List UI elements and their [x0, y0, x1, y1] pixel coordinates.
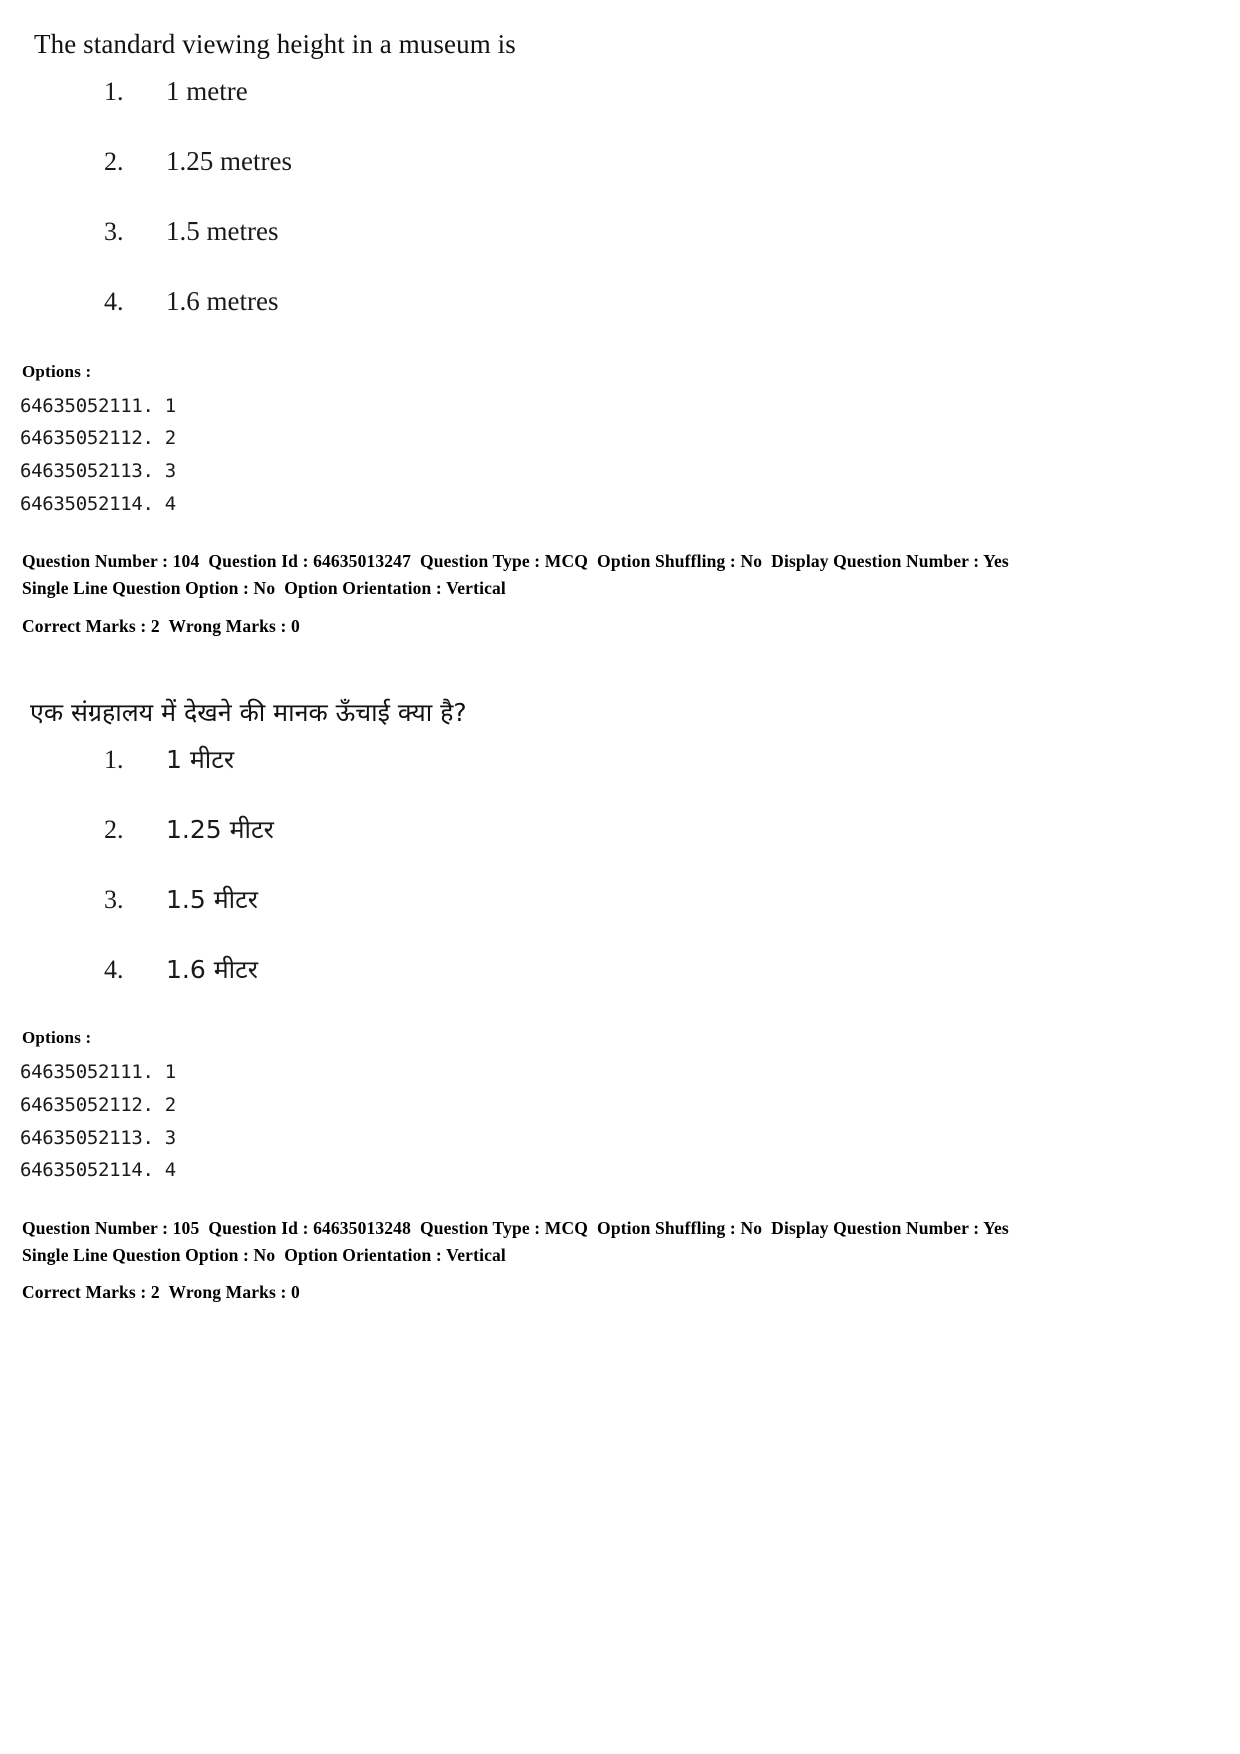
metadata-line-marks: Correct Marks : 2 Wrong Marks : 0	[22, 1282, 300, 1303]
answer-option-number: 1.	[104, 745, 124, 775]
answer-option-text: 1.5 metres	[166, 215, 279, 246]
answer-option-1[interactable]: 1. 1 मीटर	[0, 742, 1240, 812]
metadata-line-marks: Correct Marks : 2 Wrong Marks : 0	[22, 615, 300, 636]
answer-option-2[interactable]: 2. 1.25 metres	[0, 146, 1240, 216]
metadata-line-identifiers: Question Number : 105 Question Id : 6463…	[22, 1218, 1009, 1239]
answer-option-number: 1.	[104, 76, 124, 106]
answer-option-list-english: 1. 1 metre 2. 1.25 metres 3. 1.5 metres …	[0, 76, 1240, 356]
option-id-row: 64635052113. 3	[20, 1126, 176, 1149]
question-stem-hindi: एक संग्रहालय में देखने की मानक ऊँचाई क्य…	[30, 698, 467, 728]
option-id-list-english: 64635052111. 1 64635052112. 2 6463505211…	[0, 390, 1240, 521]
option-id-row: 64635052111. 1	[20, 394, 176, 417]
answer-option-text: 1.6 metres	[166, 285, 279, 316]
question-stem-english: The standard viewing height in a museum …	[34, 29, 516, 59]
answer-option-4[interactable]: 4. 1.6 मीटर	[0, 952, 1240, 1022]
option-id-row: 64635052111. 1	[20, 1061, 176, 1084]
document-page: The standard viewing height in a museum …	[0, 0, 1240, 1754]
answer-option-text: 1 मीटर	[166, 745, 235, 775]
question-block-hindi: एक संग्रहालय में देखने की मानक ऊँचाई क्य…	[0, 661, 1240, 1306]
answer-option-2[interactable]: 2. 1.25 मीटर	[0, 812, 1240, 882]
answer-option-1[interactable]: 1. 1 metre	[0, 76, 1240, 146]
answer-option-number: 2.	[104, 146, 124, 176]
question-metadata-english: Question Number : 104 Question Id : 6463…	[0, 548, 1240, 639]
option-id-row: 64635052112. 2	[20, 427, 176, 450]
answer-option-number: 4.	[104, 286, 124, 316]
answer-option-text: 1.25 metres	[166, 145, 292, 176]
answer-option-number: 2.	[104, 815, 124, 845]
answer-option-text: 1.25 मीटर	[166, 815, 274, 845]
answer-option-text: 1.5 मीटर	[166, 885, 258, 915]
option-id-row: 64635052114. 4	[20, 1159, 176, 1182]
metadata-line-options-config: Single Line Question Option : No Option …	[22, 578, 506, 599]
block-separator	[0, 639, 1240, 661]
question-metadata-hindi: Question Number : 105 Question Id : 6463…	[0, 1215, 1240, 1306]
option-id-list-hindi: 64635052111. 1 64635052112. 2 6463505211…	[0, 1056, 1240, 1187]
options-heading-hindi: Options :	[22, 1028, 92, 1048]
answer-option-text: 1.6 मीटर	[166, 955, 258, 985]
answer-option-number: 3.	[104, 885, 124, 915]
answer-option-list-hindi: 1. 1 मीटर 2. 1.25 मीटर 3. 1.5 मीटर 4. 1.…	[0, 742, 1240, 1022]
metadata-line-identifiers: Question Number : 104 Question Id : 6463…	[22, 551, 1009, 572]
answer-option-4[interactable]: 4. 1.6 metres	[0, 286, 1240, 356]
answer-option-number: 3.	[104, 216, 124, 246]
metadata-line-options-config: Single Line Question Option : No Option …	[22, 1244, 506, 1265]
option-id-row: 64635052114. 4	[20, 492, 176, 515]
question-block-english: The standard viewing height in a museum …	[0, 0, 1240, 639]
options-heading-english: Options :	[22, 361, 92, 381]
option-id-row: 64635052112. 2	[20, 1094, 176, 1117]
answer-option-number: 4.	[104, 955, 124, 985]
answer-option-text: 1 metre	[166, 75, 248, 106]
answer-option-3[interactable]: 3. 1.5 मीटर	[0, 882, 1240, 952]
option-id-row: 64635052113. 3	[20, 460, 176, 483]
answer-option-3[interactable]: 3. 1.5 metres	[0, 216, 1240, 286]
